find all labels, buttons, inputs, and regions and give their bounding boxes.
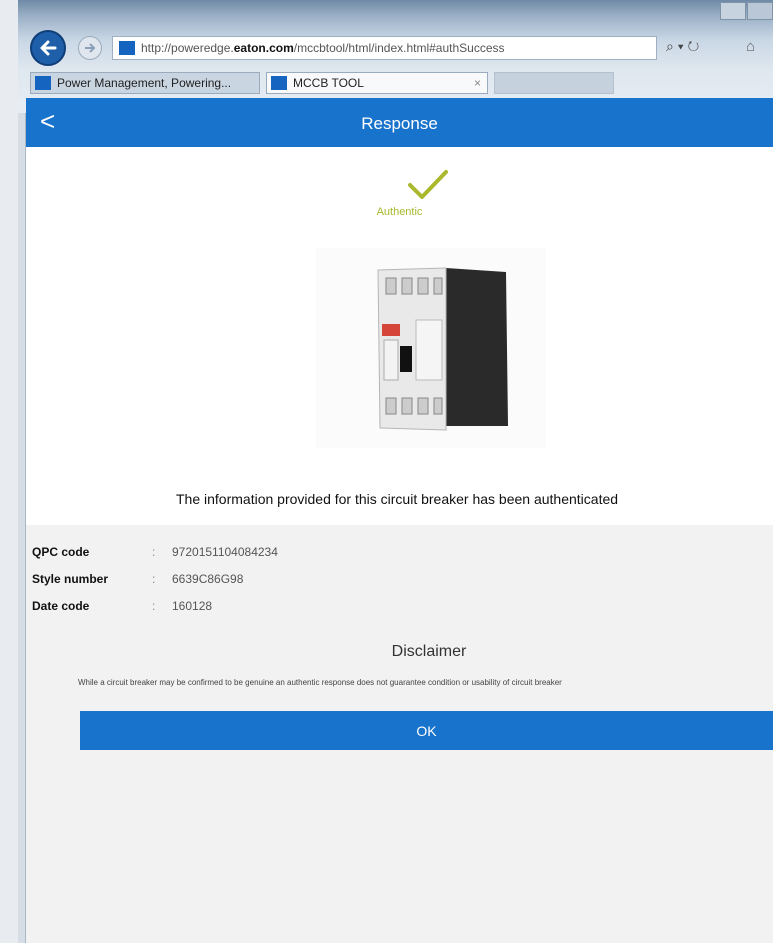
browser-back-button[interactable] <box>30 30 66 66</box>
new-tab-button[interactable] <box>494 72 614 94</box>
maximize-button[interactable] <box>747 2 773 20</box>
detail-row-style: Style number : 6639C86G98 <box>32 572 243 586</box>
authentication-message: The information provided for this circui… <box>176 491 619 507</box>
detail-label: QPC code <box>32 545 90 559</box>
tab-close-icon[interactable]: × <box>474 76 481 90</box>
detail-separator: : <box>152 572 156 586</box>
app-header: < Response <box>26 98 773 147</box>
tab-label: Power Management, Powering... <box>57 76 232 90</box>
address-bar[interactable]: http://poweredge. eaton.com/mccbtool/html… <box>112 36 657 60</box>
search-refresh-icon[interactable]: ⌕ ▾ ↻ <box>666 38 699 55</box>
tab-power-management[interactable]: Power Management, Powering... <box>30 72 260 94</box>
details-panel: QPC code : 9720151104084234 Style number… <box>26 525 773 943</box>
browser-chrome: http://poweredge. eaton.com/mccbtool/html… <box>18 0 773 113</box>
app-view: < Response Authentic The information pro… <box>26 98 773 943</box>
page-title: Response <box>361 114 438 133</box>
eaton-favicon-icon <box>271 76 287 90</box>
checkmark-icon <box>408 170 448 199</box>
detail-separator: : <box>152 545 156 559</box>
url-domain: eaton.com <box>233 41 294 55</box>
detail-label: Style number <box>32 572 109 586</box>
eaton-favicon-icon <box>119 41 135 55</box>
authentic-status: Authentic <box>376 206 423 218</box>
disclaimer-heading: Disclaimer <box>391 643 467 660</box>
eaton-favicon-icon <box>35 76 51 90</box>
ok-button[interactable]: OK <box>80 711 773 750</box>
detail-row-qpc: QPC code : 9720151104084234 <box>32 545 278 559</box>
url-prefix: http://poweredge. <box>141 41 234 55</box>
detail-separator: : <box>152 599 156 613</box>
detail-row-date: Date code : 160128 <box>32 599 212 613</box>
detail-value: 9720151104084234 <box>172 545 278 559</box>
detail-value: 160128 <box>172 599 213 613</box>
url-path: /mccbtool/html/index.html#authSuccess <box>293 41 505 55</box>
window-left-border <box>18 113 26 943</box>
arrow-right-icon <box>85 43 96 53</box>
tab-label: MCCB TOOL <box>293 76 364 90</box>
detail-value: 6639C86G98 <box>172 572 244 586</box>
disclaimer-text: While a circuit breaker may be confirmed… <box>78 678 562 687</box>
arrow-left-icon <box>40 40 57 56</box>
window-controls <box>719 2 773 20</box>
home-icon[interactable]: ⌂ <box>746 38 755 55</box>
tab-mccb-tool[interactable]: MCCB TOOL × <box>266 72 488 94</box>
address-tools[interactable]: ⌕ ▾ ↻ <box>666 38 699 55</box>
tab-strip: Power Management, Powering... MCCB TOOL … <box>30 72 614 94</box>
circuit-breaker-image <box>316 248 546 448</box>
detail-label: Date code <box>32 599 90 613</box>
browser-forward-button[interactable] <box>78 36 102 60</box>
minimize-button[interactable] <box>720 2 746 20</box>
